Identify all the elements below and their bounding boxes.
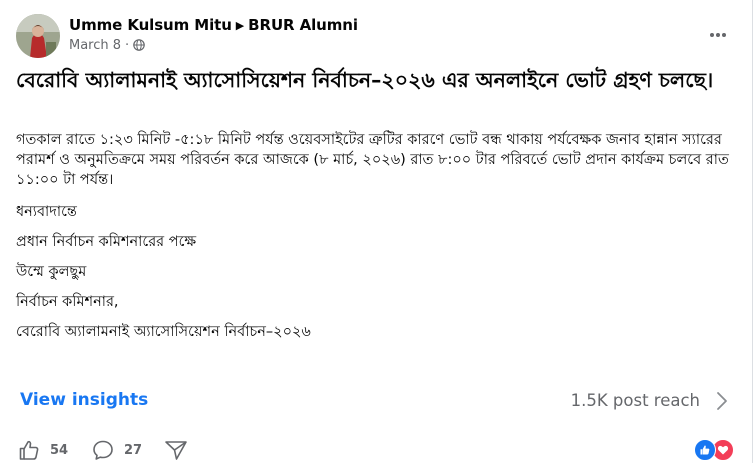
author-avatar[interactable] xyxy=(16,14,60,58)
meta-separator: · xyxy=(125,38,130,53)
post-card: Umme Kulsum Mitu ▶ BRUR Alumni March 8 · বে… xyxy=(0,0,753,463)
closing-line-thanks: ধন্যবাদান্তে xyxy=(16,204,77,220)
post-meta: March 8 · xyxy=(69,38,145,55)
like-reaction-icon xyxy=(694,439,716,461)
view-insights-link[interactable]: View insights xyxy=(20,390,148,410)
group-name[interactable]: BRUR Alumni xyxy=(248,16,358,34)
comment-count: 27 xyxy=(124,442,143,458)
insights-row: View insights 1.5K post reach xyxy=(16,384,736,418)
post-date[interactable]: March 8 xyxy=(69,38,121,53)
caret-right-icon: ▶ xyxy=(235,19,245,32)
closing-line-on-behalf: প্রধান নির্বাচন কমিশনারের পক্ষে xyxy=(16,234,197,250)
like-count: 54 xyxy=(50,442,69,458)
post-reach[interactable]: 1.5K post reach xyxy=(571,391,700,410)
closing-line-organization: বেরোবি অ্যালামনাই অ্যাসোসিয়েশন নির্বাচন… xyxy=(16,324,311,340)
reaction-summary[interactable] xyxy=(694,439,736,461)
closing-line-signatory: উম্মে কুলছুম xyxy=(16,264,87,280)
author-line: Umme Kulsum Mitu ▶ BRUR Alumni xyxy=(69,16,358,34)
chevron-right-icon[interactable] xyxy=(712,390,732,412)
more-options-icon xyxy=(710,33,726,37)
post-title: বেরোবি অ্যালামনাই অ্যাসোসিয়েশন নির্বাচন… xyxy=(16,68,714,92)
globe-icon[interactable] xyxy=(133,39,145,55)
post-header: Umme Kulsum Mitu ▶ BRUR Alumni March 8 · xyxy=(16,14,736,60)
closing-line-designation: নির্বাচন কমিশনার, xyxy=(16,294,119,310)
action-bar: 54 27 xyxy=(16,436,736,463)
share-button[interactable] xyxy=(164,438,188,462)
comment-icon xyxy=(93,440,113,460)
like-icon xyxy=(19,440,39,460)
share-icon xyxy=(165,441,187,460)
like-button[interactable]: 54 xyxy=(18,438,68,462)
more-options-button[interactable] xyxy=(704,24,732,46)
comment-button[interactable]: 27 xyxy=(92,438,142,462)
author-name[interactable]: Umme Kulsum Mitu xyxy=(69,16,232,34)
post-body: গতকাল রাতে ১:২৩ মিনিট -৫:১৮ মিনিট পর্যন্… xyxy=(16,130,731,352)
body-paragraph: গতকাল রাতে ১:২৩ মিনিট -৫:১৮ মিনিট পর্যন্… xyxy=(16,132,729,188)
